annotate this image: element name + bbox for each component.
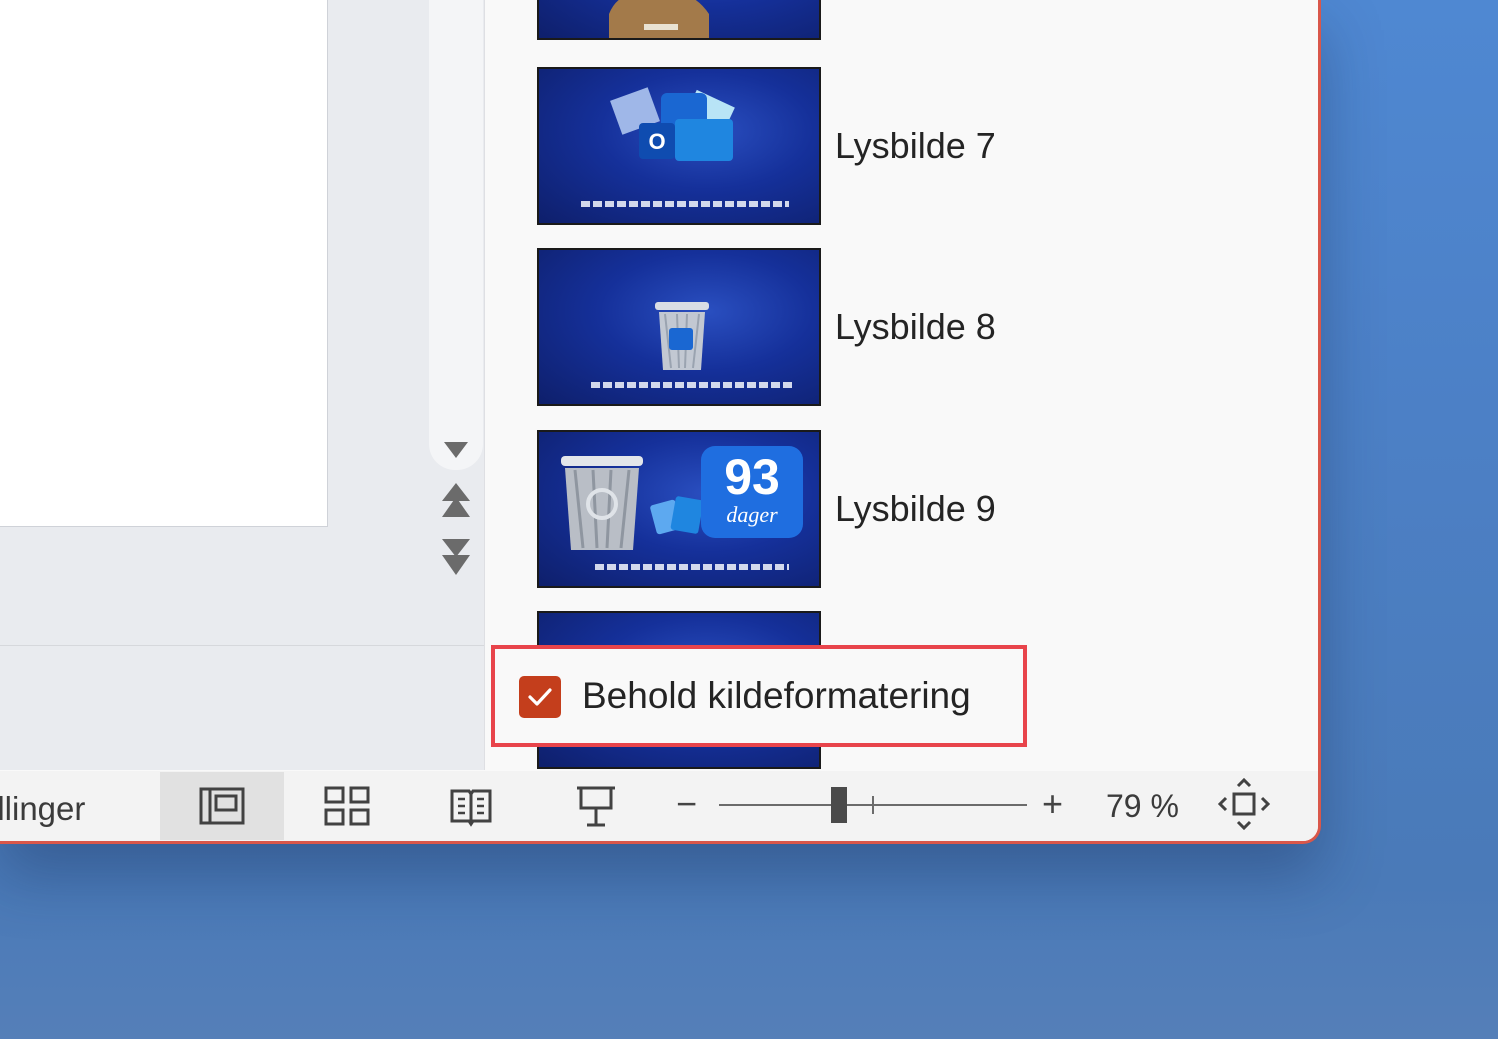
normal-view-button[interactable] <box>160 772 284 840</box>
checkmark-icon <box>528 688 552 706</box>
normal-view-icon <box>199 787 245 825</box>
slide-thumbnail[interactable] <box>537 0 821 40</box>
reading-view-button[interactable] <box>409 772 533 840</box>
next-slide-icon[interactable] <box>436 534 476 578</box>
slide-thumbnail[interactable]: O <box>537 67 821 225</box>
powerpoint-window: O Lysbilde 7 Lysbilde 8 93 dager Lysbild… <box>0 0 1321 844</box>
days-badge-number: 93 <box>724 449 780 505</box>
fit-to-window-button[interactable] <box>1217 777 1271 831</box>
notes-separator[interactable] <box>0 645 484 646</box>
previous-slide-icon[interactable] <box>436 480 476 524</box>
reading-view-icon <box>450 789 492 827</box>
days-badge-text: dager <box>726 502 778 527</box>
slide-canvas[interactable] <box>0 0 328 527</box>
zoom-in-button[interactable]: + <box>1042 783 1063 825</box>
slideshow-icon <box>577 786 615 827</box>
days-badge: 93 dager <box>701 446 803 538</box>
slide-thumbnail[interactable] <box>537 248 821 406</box>
settings-button[interactable]: illinger <box>0 790 85 828</box>
svg-text:O: O <box>648 129 665 154</box>
scroll-down-arrow-icon[interactable] <box>436 428 476 472</box>
keep-source-formatting-label: Behold kildeformatering <box>582 675 971 716</box>
slide-sorter-icon <box>324 786 370 826</box>
slide-thumbnail[interactable]: 93 dager <box>537 430 821 588</box>
keep-source-formatting-checkbox[interactable] <box>519 676 561 718</box>
fit-to-window-icon <box>1217 777 1271 831</box>
slide-label: Lysbilde 8 <box>835 306 996 347</box>
slideshow-button[interactable] <box>534 772 658 840</box>
zoom-slider-thumb[interactable] <box>831 787 847 823</box>
zoom-out-button[interactable]: − <box>676 783 697 825</box>
zoom-slider-tick <box>872 796 874 814</box>
vertical-scrollbar[interactable] <box>429 0 483 470</box>
outlook-cards-icon <box>650 496 704 535</box>
slide-workspace <box>0 0 485 770</box>
zoom-level[interactable]: 79 % <box>1106 788 1179 825</box>
slide-label: Lysbilde 7 <box>835 125 996 166</box>
slide-sorter-button[interactable] <box>285 772 409 840</box>
slide-label: Lysbilde 9 <box>835 488 996 529</box>
recycle-bin-icon <box>561 456 643 550</box>
outlook-contacts-icon: O <box>610 87 735 161</box>
recycle-bin-icon <box>655 302 709 370</box>
